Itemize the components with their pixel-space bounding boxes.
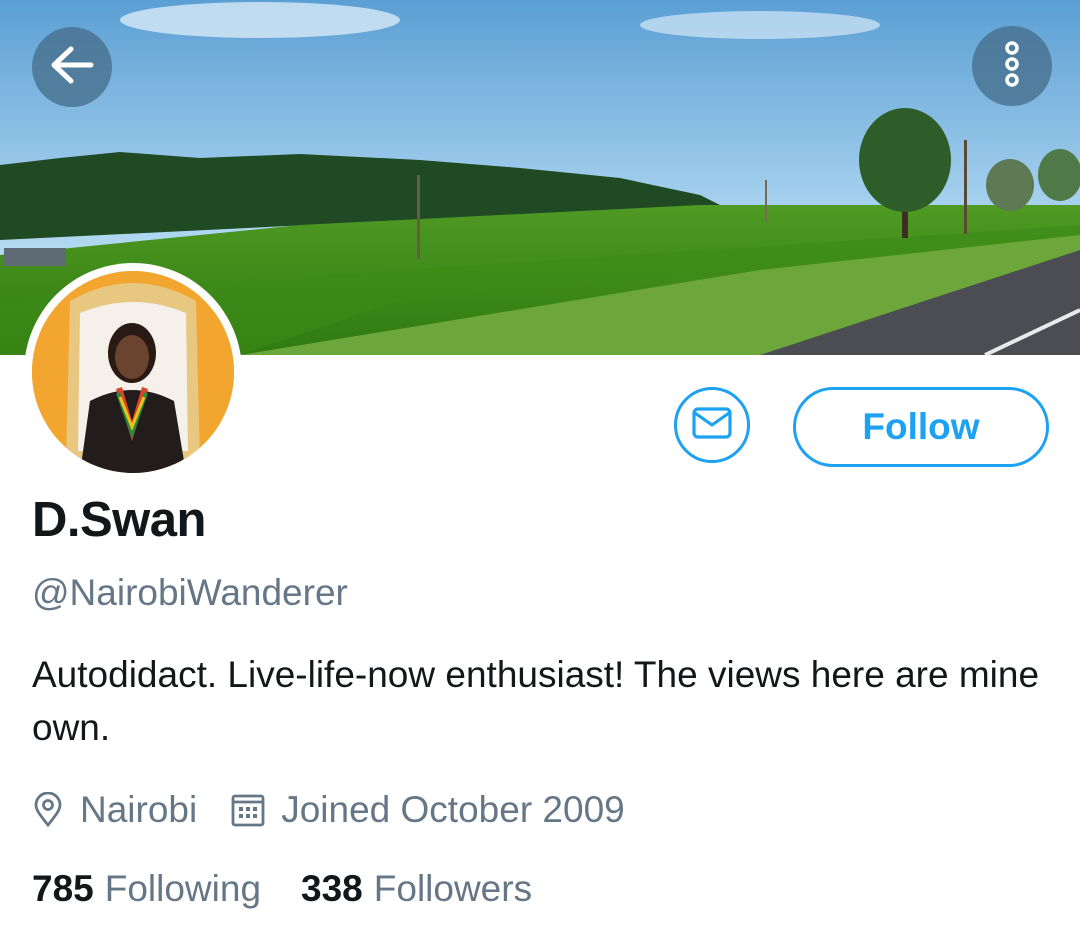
- calendar-icon: [231, 793, 265, 827]
- display-name: D.Swan: [32, 493, 206, 547]
- message-button[interactable]: [674, 387, 750, 463]
- back-button[interactable]: [32, 27, 112, 107]
- arrow-left-icon: [49, 45, 95, 90]
- follow-counts: 785 Following 338 Followers: [32, 868, 532, 910]
- user-handle: @NairobiWanderer: [32, 572, 348, 613]
- more-vertical-icon: [1002, 40, 1022, 92]
- profile-avatar[interactable]: [24, 263, 242, 481]
- followers-link[interactable]: 338 Followers: [301, 868, 532, 910]
- joined-date-text: Joined October 2009: [281, 789, 625, 830]
- followers-label: Followers: [373, 868, 533, 909]
- envelope-icon: [692, 406, 732, 444]
- following-link[interactable]: 785 Following: [32, 868, 261, 910]
- profile-meta: Nairobi Joined October 2009: [32, 785, 625, 835]
- followers-count: 338: [301, 868, 363, 909]
- following-count: 785: [32, 868, 94, 909]
- following-label: Following: [104, 868, 262, 909]
- profile-bio: Autodidact. Live-life-now enthusiast! Th…: [32, 654, 1040, 748]
- location-pin-icon: [32, 792, 64, 828]
- more-options-button[interactable]: [972, 26, 1052, 106]
- follow-button[interactable]: Follow: [793, 387, 1049, 467]
- avatar-image: [32, 271, 234, 473]
- location-text: Nairobi: [80, 789, 198, 830]
